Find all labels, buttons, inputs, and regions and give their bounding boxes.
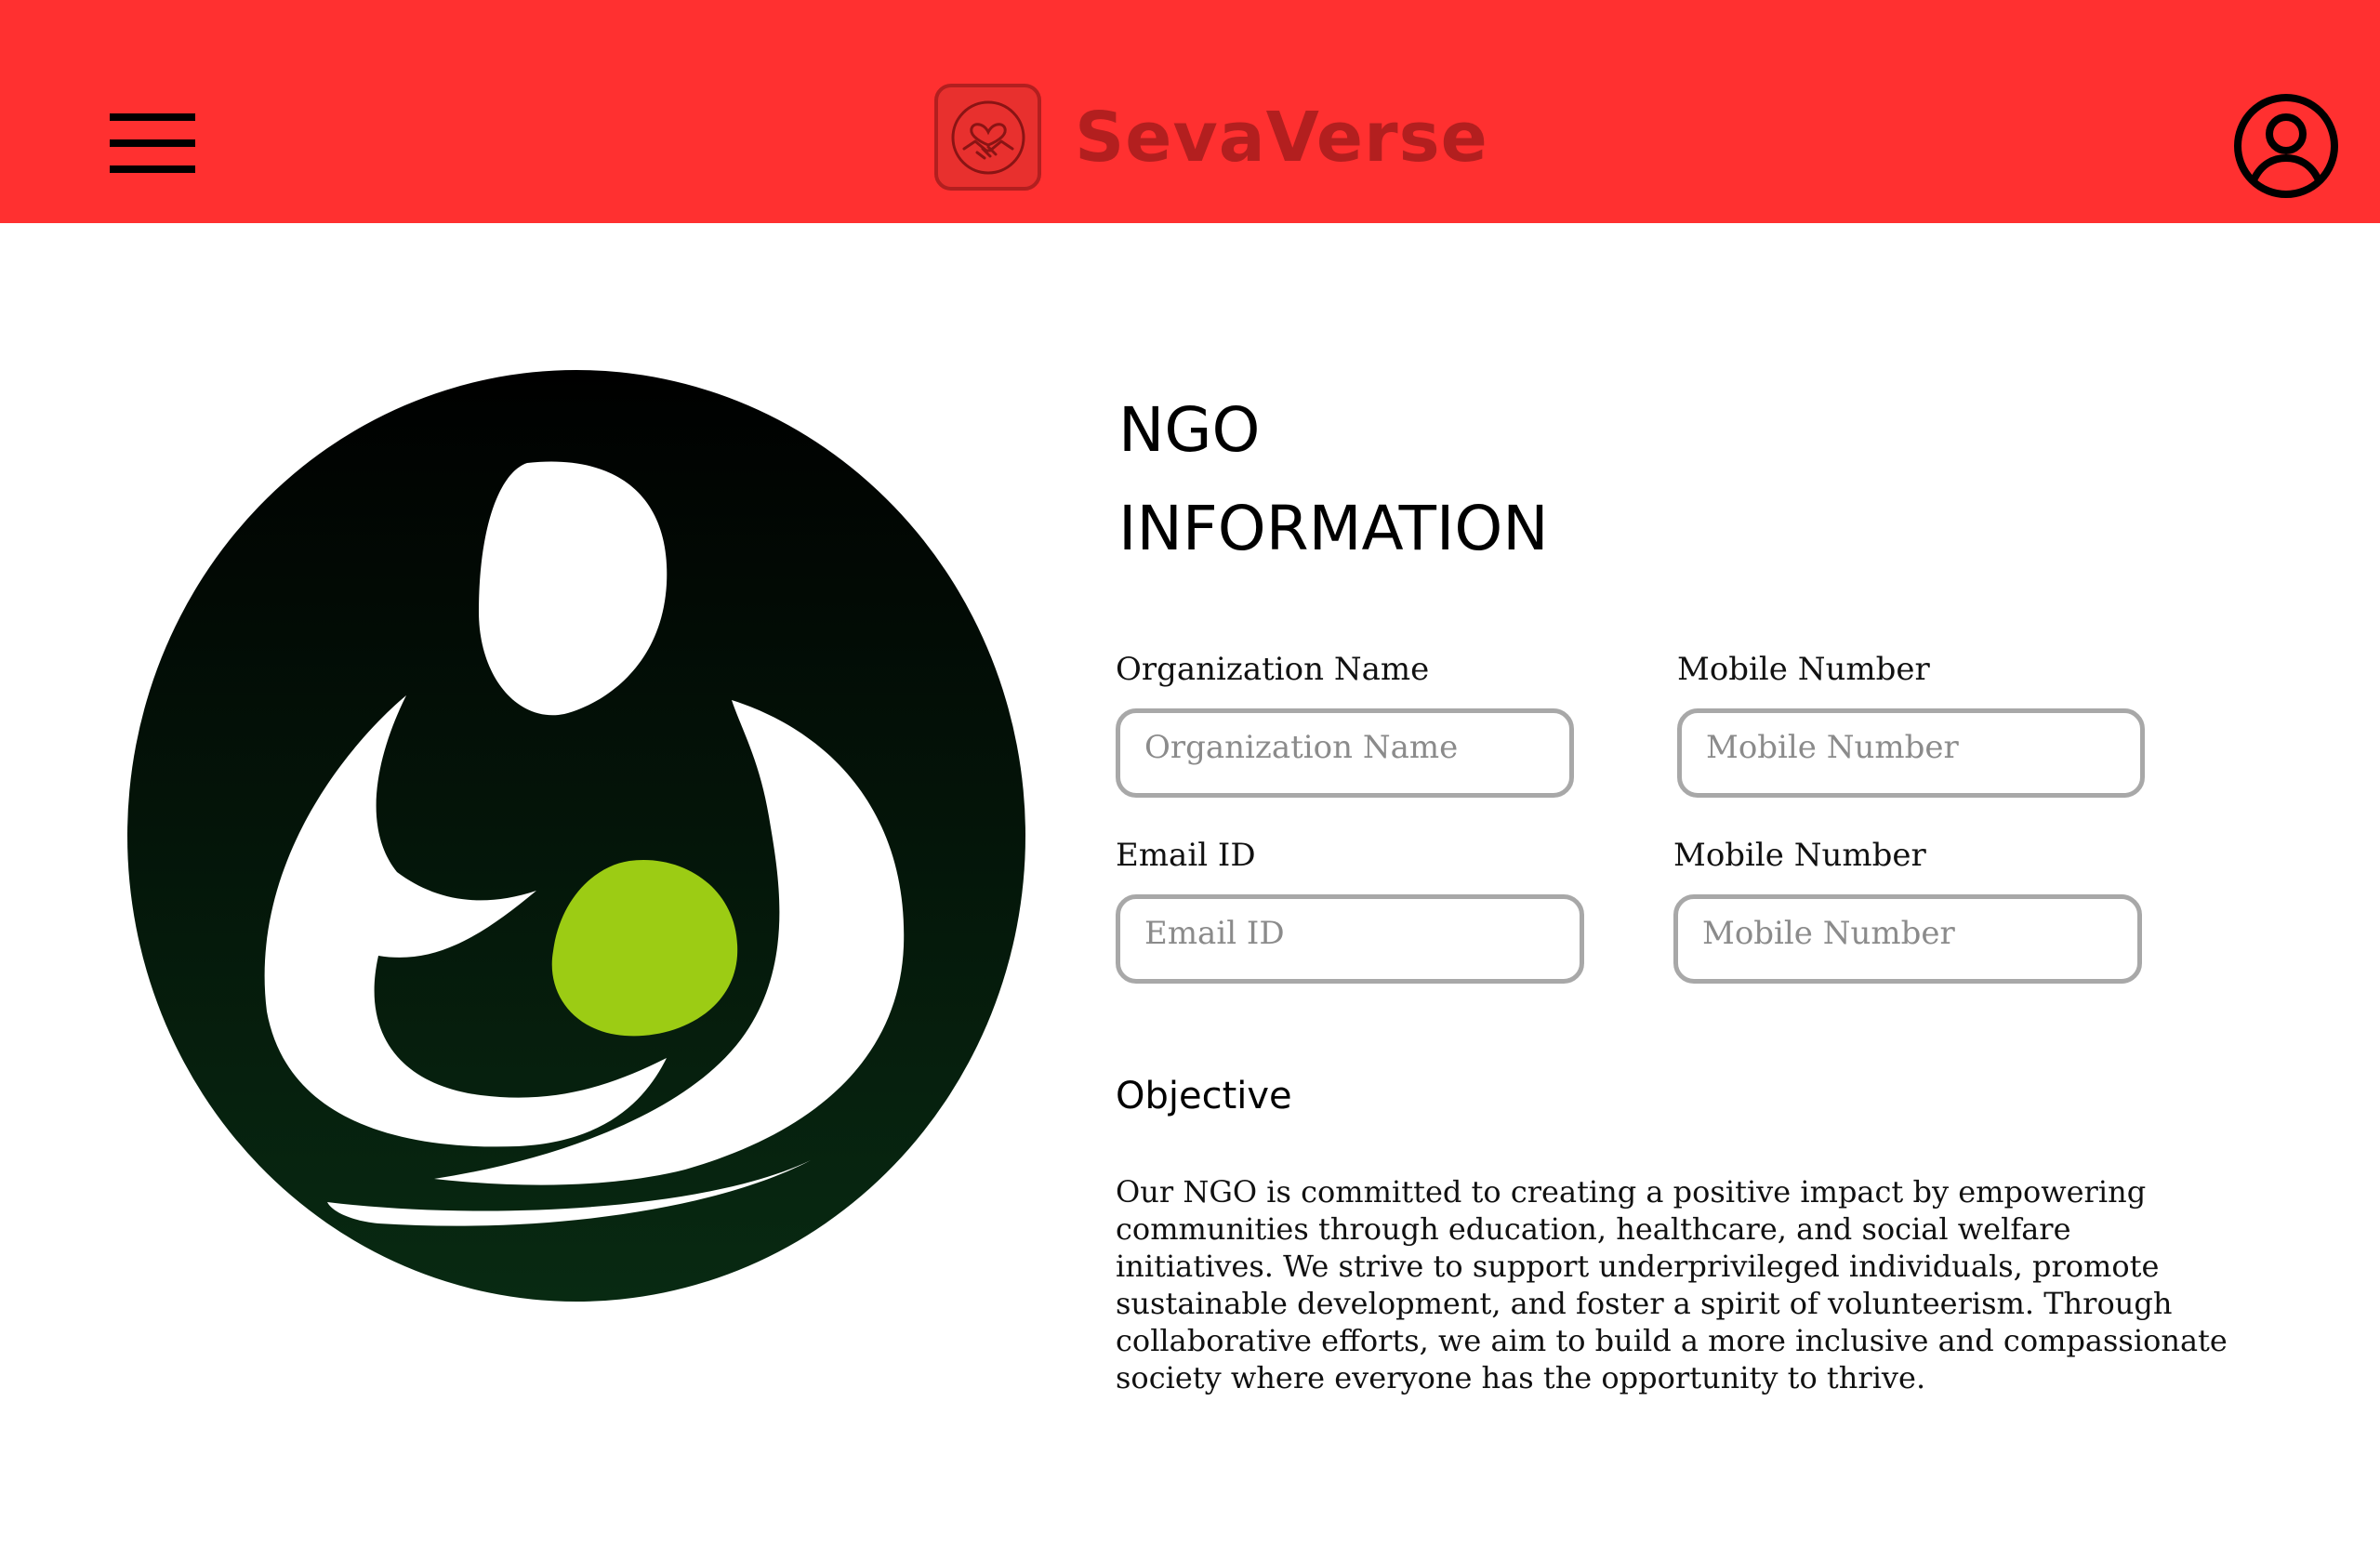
page-title-line-1: NGO — [1118, 394, 1261, 466]
objective-heading: Objective — [1116, 1075, 1292, 1117]
organization-name-input[interactable] — [1116, 708, 1574, 798]
mobile-number-input[interactable] — [1677, 708, 2145, 798]
mobile-number-label: Mobile Number — [1677, 651, 1930, 688]
organization-logo — [127, 370, 1025, 1302]
user-profile-icon[interactable] — [2233, 93, 2339, 199]
secondary-mobile-number-input[interactable] — [1673, 894, 2142, 984]
secondary-mobile-number-label: Mobile Number — [1673, 837, 1926, 874]
email-id-input[interactable] — [1116, 894, 1584, 984]
email-id-label: Email ID — [1116, 837, 1256, 874]
brand[interactable]: SevaVerse — [934, 84, 1488, 191]
menu-bar — [110, 113, 195, 121]
brand-name: SevaVerse — [1075, 97, 1488, 178]
organization-name-label: Organization Name — [1116, 651, 1430, 688]
menu-bar — [110, 139, 195, 147]
heart-handshake-icon — [934, 84, 1041, 191]
hamburger-menu-icon[interactable] — [110, 113, 195, 173]
page-title-line-2: INFORMATION — [1118, 493, 1549, 564]
page-title: NGO INFORMATION — [1118, 381, 1549, 578]
top-app-bar: SevaVerse — [0, 0, 2380, 223]
objective-text: Our NGO is committed to creating a posit… — [1116, 1174, 2228, 1395]
menu-bar — [110, 165, 195, 173]
